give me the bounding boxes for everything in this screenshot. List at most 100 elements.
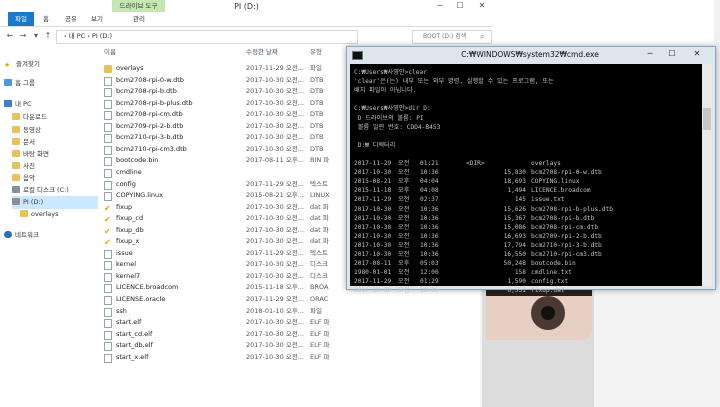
recent-chevron-icon[interactable]: ▾ bbox=[30, 30, 42, 42]
console-date: 2017-11-29 bbox=[354, 160, 392, 167]
column-type[interactable]: 유형 bbox=[310, 47, 322, 57]
console-name: COPYING.linux bbox=[531, 178, 580, 186]
file-row[interactable]: kernel7 2017-10-30 오전... 디스크 bbox=[100, 271, 330, 282]
file-name: issue bbox=[116, 248, 133, 257]
forward-icon[interactable]: → bbox=[17, 30, 29, 42]
file-row[interactable]: start_cd.elf 2017-10-30 오전... ELF 파 bbox=[100, 329, 330, 340]
console-size: 1,590 bbox=[507, 278, 526, 286]
nav-item[interactable]: 다운로드 bbox=[12, 111, 98, 124]
cmd-close-icon[interactable]: ✕ bbox=[684, 47, 710, 61]
file-row[interactable]: ✔ fixup_cd 2017-10-30 오전... dat 파 bbox=[100, 213, 330, 224]
file-name: bcm2710-rpi-3-b.dtb bbox=[116, 133, 184, 142]
nav-item[interactable]: 네트워크 bbox=[4, 229, 98, 242]
column-name[interactable]: 이름 bbox=[104, 47, 116, 57]
console-ampm: 오후 bbox=[398, 178, 410, 186]
minimize-icon[interactable]: ─ bbox=[430, 0, 450, 12]
file-name: start_x.elf bbox=[116, 352, 149, 361]
file-row[interactable]: bcm2708-rpi-cm.dtb 2017-10-30 오전... DTB bbox=[100, 109, 330, 121]
tab-file[interactable]: 파일 bbox=[8, 12, 34, 26]
file-type: ELF 파 bbox=[310, 352, 330, 361]
console-date: 2017-10-30 bbox=[354, 287, 392, 295]
console-line: D 드라이브의 볼륨: PI bbox=[354, 114, 424, 122]
file-icon bbox=[104, 99, 112, 109]
file-row[interactable]: kernel 2017-10-30 오전... 디스크 bbox=[100, 259, 330, 271]
console-name: bcm2708-rpi-0-w.dtb bbox=[531, 169, 602, 177]
network-icon bbox=[4, 231, 12, 238]
nav-item[interactable]: ★ 즐겨찾기 bbox=[4, 58, 98, 71]
file-date: 2017-10-30 오전... bbox=[246, 225, 304, 234]
console-name: bcm2708-rpi-b.dtb bbox=[531, 214, 595, 222]
pc-icon bbox=[4, 100, 12, 107]
file-row[interactable]: config 2017-11-29 오전... 텍스트 bbox=[100, 179, 330, 190]
close-icon[interactable]: ✕ bbox=[472, 0, 492, 12]
console-scroll-thumb[interactable] bbox=[703, 108, 711, 130]
back-icon[interactable]: ← bbox=[4, 30, 16, 42]
up-icon[interactable]: ↑ bbox=[42, 30, 54, 42]
drive-icon bbox=[12, 186, 20, 193]
file-row[interactable]: LICENSE.oracle 2017-11-29 오전... ORAC bbox=[100, 294, 330, 305]
file-row[interactable]: start_db.elf 2017-10-30 오전... ELF 파 bbox=[100, 340, 330, 352]
cmd-minimize-icon[interactable]: ─ bbox=[640, 47, 660, 61]
file-row[interactable]: start.elf 2017-10-30 오전... ELF 파 bbox=[100, 317, 330, 329]
tab-manage[interactable]: 관리 bbox=[124, 12, 154, 26]
console-size: 15,367 bbox=[503, 214, 526, 222]
file-row[interactable]: bcm2709-rpi-2-b.dtb 2017-10-30 오전... DTB bbox=[100, 121, 330, 132]
file-row[interactable]: ✔ fixup_db 2017-10-30 오전... dat 파 bbox=[100, 225, 330, 236]
nav-item[interactable]: overlays bbox=[20, 208, 98, 221]
file-row[interactable]: COPYING.linux 2015-08-21 오후... LINUX bbox=[100, 190, 330, 202]
file-date: 2017-10-30 오전... bbox=[246, 144, 304, 153]
file-row[interactable]: bcm2708-rpi-b.dtb 2017-10-30 오전... DTB bbox=[100, 86, 330, 98]
homegroup-icon bbox=[4, 79, 12, 86]
file-row[interactable]: ✔ fixup_x 2017-10-30 오전... dat 파 bbox=[100, 236, 330, 247]
search-placeholder: BOOT (D:) 검색 bbox=[423, 33, 467, 40]
file-type: dat 파 bbox=[310, 202, 329, 211]
nav-item-label: 홈 그룹 bbox=[15, 79, 36, 87]
cmd-maximize-icon[interactable]: ☐ bbox=[662, 47, 682, 61]
file-row[interactable]: ✔ fixup 2017-10-30 오전... dat 파 bbox=[100, 202, 330, 213]
file-row[interactable]: LICENCE.broadcom 2015-11-18 오후... BROA bbox=[100, 282, 330, 294]
console-size: 15,830 bbox=[503, 169, 526, 177]
file-row[interactable]: bcm2708-rpi-0-w.dtb 2017-10-30 오전... DTB bbox=[100, 75, 330, 86]
file-name: overlays bbox=[116, 64, 144, 72]
file-row[interactable]: cmdline bbox=[100, 167, 330, 178]
console-size: 16,693 bbox=[503, 232, 526, 240]
nav-item[interactable]: 내 PC bbox=[4, 98, 98, 111]
nav-item-label: 바탕 화면 bbox=[23, 150, 49, 158]
console-line: C:₩Users₩사영안>clear bbox=[354, 69, 427, 76]
file-row[interactable]: start_x.elf 2017-10-30 오전... ELF 파 bbox=[100, 352, 330, 363]
file-icon bbox=[104, 330, 112, 340]
file-date: 2017-10-30 오전... bbox=[246, 133, 304, 142]
file-name: kernel bbox=[116, 260, 137, 269]
tab-home[interactable]: 홈 bbox=[36, 12, 56, 26]
file-icon bbox=[104, 180, 112, 190]
file-icon bbox=[104, 111, 112, 121]
file-icon bbox=[104, 261, 112, 271]
search-icon[interactable]: ⌕ bbox=[480, 31, 484, 42]
console-scrollbar[interactable] bbox=[702, 64, 712, 286]
file-name: COPYING.linux bbox=[116, 191, 163, 200]
file-row[interactable]: ssh 2018-01-10 오후... 파일 bbox=[100, 306, 330, 317]
file-type: dat 파 bbox=[310, 237, 329, 246]
console-name: overlays bbox=[531, 160, 561, 167]
file-row[interactable]: bcm2710-rpi-3-b.dtb 2017-10-30 오전... DTB bbox=[100, 132, 330, 144]
file-row[interactable]: bcm2710-rpi-cm3.dtb 2017-10-30 오전... DTB bbox=[100, 144, 330, 155]
file-date: 2017-10-30 오전... bbox=[246, 110, 304, 119]
file-row[interactable]: issue 2017-11-29 오전... 텍스트 bbox=[100, 248, 330, 259]
column-date[interactable]: 수정한 날짜 bbox=[246, 47, 278, 57]
console-name: config.txt bbox=[531, 278, 569, 286]
file-icon bbox=[104, 249, 112, 259]
file-name: bcm2708-rpi-cm.dtb bbox=[116, 110, 183, 119]
file-date: 2017-10-30 오전... bbox=[246, 271, 304, 280]
file-row[interactable]: bootcode.bin 2017-08-11 오후... BIN 파 bbox=[100, 155, 330, 167]
file-row[interactable]: bcm2708-rpi-b-plus.dtb 2017-10-30 오전... DT… bbox=[100, 98, 330, 109]
maximize-icon[interactable]: ☐ bbox=[450, 0, 470, 12]
console-size: 15,626 bbox=[503, 205, 526, 213]
tab-share[interactable]: 공유 bbox=[60, 12, 82, 26]
console-date: 2017-11-29 bbox=[354, 196, 392, 204]
file-row[interactable]: overlays 2017-11-29 오전... 파일 bbox=[100, 63, 330, 74]
nav-item[interactable]: 홈 그룹 bbox=[4, 77, 98, 90]
file-icon bbox=[104, 353, 112, 363]
file-name: start.elf bbox=[116, 318, 142, 327]
tab-view[interactable]: 보기 bbox=[86, 12, 108, 26]
console-time: 10:36 bbox=[420, 232, 439, 240]
